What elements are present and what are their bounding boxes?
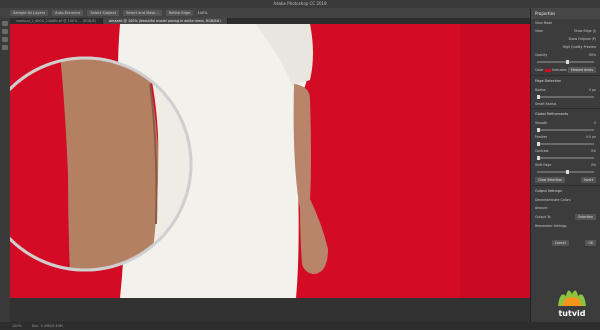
clear-selection-button[interactable]: Clear Selection — [535, 177, 566, 183]
radius-slider[interactable] — [537, 95, 594, 99]
hq-preview-checkbox[interactable]: High Quality Preview — [563, 45, 596, 49]
indicates-select[interactable]: Masked Areas — [567, 67, 596, 73]
output-settings-section[interactable]: Output Settings — [531, 185, 600, 196]
remember-settings-checkbox[interactable]: Remember Settings — [535, 224, 567, 228]
refine-edge-button[interactable]: Refine Edge — [165, 10, 194, 16]
hand-tool-icon[interactable] — [2, 37, 8, 42]
options-bar: Sample All Layers Auto-Enhance Select Su… — [0, 8, 600, 18]
smooth-label: Smooth — [535, 121, 548, 125]
feather-value[interactable]: 0.0 px — [586, 135, 596, 139]
output-to-label: Output To — [535, 215, 551, 219]
photoshop-window: Adobe Photoshop CC 2018 Sample All Layer… — [0, 0, 600, 330]
photo-artwork — [10, 24, 530, 298]
view-mode-label: View Mode — [535, 21, 553, 25]
shift-edge-label: Shift Edge — [535, 163, 552, 167]
output-to-select[interactable]: Selection — [575, 214, 596, 220]
contrast-label: Contrast — [535, 149, 549, 153]
opacity-label: Opacity — [535, 53, 548, 57]
properties-panel: Properties View Mode View Show Edge (J) … — [530, 8, 600, 322]
document-canvas[interactable] — [10, 24, 530, 298]
contrast-slider[interactable] — [537, 156, 594, 160]
edge-detection-section[interactable]: Edge Detection — [531, 75, 600, 86]
status-zoom: 100% — [12, 324, 22, 328]
opacity-value[interactable]: 50% — [589, 53, 596, 57]
sample-all-layers-option[interactable]: Sample All Layers — [10, 10, 49, 16]
select-subject-button[interactable]: Select Subject — [87, 10, 119, 16]
zoom-readout: 100% — [197, 11, 208, 15]
feather-label: Feather — [535, 135, 548, 139]
show-edge-checkbox[interactable]: Show Edge (J) — [574, 29, 596, 33]
ok-button[interactable]: OK — [585, 240, 596, 246]
radius-label: Radius — [535, 88, 546, 92]
opacity-slider[interactable] — [537, 60, 594, 64]
window-title: Adobe Photoshop CC 2018 — [0, 0, 600, 8]
contrast-value[interactable]: 0% — [591, 149, 596, 153]
smart-radius-checkbox[interactable]: Smart Radius — [535, 102, 556, 106]
auto-enhance-option[interactable]: Auto-Enhance — [52, 10, 84, 16]
brush-tool-icon[interactable] — [2, 29, 8, 34]
tools-panel — [0, 18, 10, 322]
color-label: Color — [535, 68, 544, 72]
move-tool-icon[interactable] — [2, 21, 8, 26]
status-bar: 100% Doc: 5.49M/5.49M — [0, 322, 600, 330]
decontaminate-checkbox[interactable]: Decontaminate Colors — [535, 198, 571, 202]
amount-label: Amount — [535, 206, 548, 210]
cancel-button[interactable]: Cancel — [551, 240, 569, 246]
tutvid-logo: tutvid — [558, 290, 586, 318]
shift-edge-value[interactable]: 0% — [591, 163, 596, 167]
zoom-tool-icon[interactable] — [2, 45, 8, 50]
status-doc-size: Doc: 5.49M/5.49M — [31, 324, 63, 328]
indicates-label: Indicates — [552, 68, 567, 72]
logo-text: tutvid — [558, 309, 585, 318]
background-shade — [460, 24, 530, 298]
shift-edge-slider[interactable] — [537, 170, 594, 174]
feather-slider[interactable] — [537, 142, 594, 146]
panel-title: Properties — [531, 8, 600, 19]
smooth-value[interactable]: 0 — [594, 121, 596, 125]
radius-value[interactable]: 0 px — [589, 88, 596, 92]
view-label: View — [535, 29, 543, 33]
show-original-checkbox[interactable]: Show Original (P) — [568, 37, 596, 41]
magnified-arm — [60, 59, 160, 269]
global-refinements-section[interactable]: Global Refinements — [531, 108, 600, 119]
color-swatch[interactable] — [544, 68, 551, 72]
smooth-slider[interactable] — [537, 128, 594, 132]
select-and-mask-button[interactable]: Select and Mask... — [122, 10, 162, 16]
invert-button[interactable]: Invert — [580, 177, 596, 183]
